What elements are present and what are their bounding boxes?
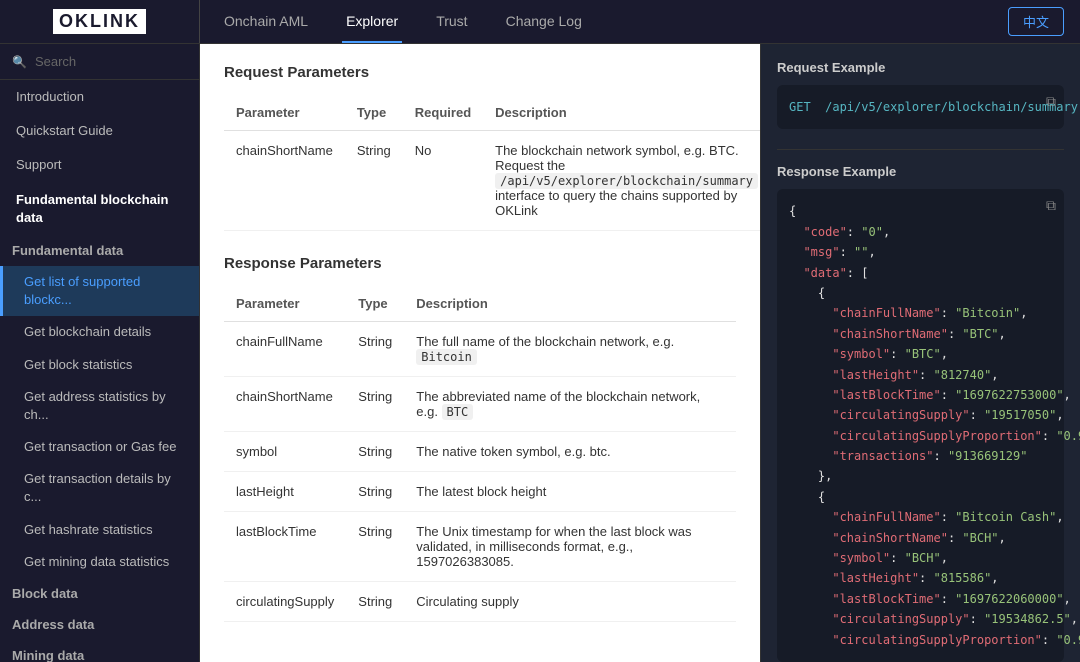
copy-request-button[interactable]: ⧉ (1046, 93, 1056, 110)
param-required: No (403, 131, 483, 231)
table-row: symbol String The native token symbol, e… (224, 432, 736, 472)
res-param-name: circulatingSupply (224, 582, 346, 622)
nav-explorer[interactable]: Explorer (342, 0, 402, 43)
sidebar-group-mining-data[interactable]: Mining data (0, 640, 199, 662)
search-icon: 🔍 (12, 55, 27, 69)
main-content: Request Parameters Parameter Type Requir… (200, 44, 760, 662)
res-param-type: String (346, 512, 404, 582)
response-params-table: Parameter Type Description chainFullName… (224, 286, 736, 622)
sidebar-group-block-data[interactable]: Block data (0, 578, 199, 609)
res-param-name: symbol (224, 432, 346, 472)
res-param-name: chainShortName (224, 377, 346, 432)
sidebar-item-support[interactable]: Support (0, 148, 199, 182)
sidebar-item-get-hashrate[interactable]: Get hashrate statistics (0, 514, 199, 546)
request-example-line: GET /api/v5/explorer/blockchain/summary (789, 100, 1078, 114)
request-params-title: Request Parameters (224, 64, 736, 81)
sidebar-item-get-transaction-details[interactable]: Get transaction details by c... (0, 463, 199, 513)
sidebar-item-get-transaction-gas[interactable]: Get transaction or Gas fee (0, 431, 199, 463)
response-example-block: ⧉ { "code": "0", "msg": "", "data": [ { … (777, 189, 1064, 662)
res-param-name: chainFullName (224, 322, 346, 377)
sidebar-group-address-data[interactable]: Address data (0, 609, 199, 640)
response-params-title: Response Parameters (224, 255, 736, 272)
param-type: String (345, 131, 403, 231)
res-param-type: String (346, 582, 404, 622)
param-name: chainShortName (224, 131, 345, 231)
res-param-description: The full name of the blockchain network,… (404, 322, 736, 377)
top-navigation: OKLINK Onchain AML Explorer Trust Change… (0, 0, 1080, 44)
table-row: lastHeight String The latest block heigh… (224, 472, 736, 512)
response-example-label: Response Example (777, 164, 1064, 179)
divider (777, 149, 1064, 150)
sidebar-item-get-address-statistics[interactable]: Get address statistics by ch... (0, 381, 199, 431)
col-type: Type (345, 95, 403, 131)
copy-response-button[interactable]: ⧉ (1046, 197, 1056, 214)
nav-changelog[interactable]: Change Log (502, 0, 586, 43)
table-row: lastBlockTime String The Unix timestamp … (224, 512, 736, 582)
table-row: circulatingSupply String Circulating sup… (224, 582, 736, 622)
language-button[interactable]: 中文 (1008, 7, 1064, 36)
col-parameter: Parameter (224, 95, 345, 131)
res-col-description: Description (404, 286, 736, 322)
res-param-type: String (346, 432, 404, 472)
search-input[interactable] (35, 54, 187, 69)
search-bar: 🔍 (0, 44, 199, 80)
request-example-label: Request Example (777, 60, 1064, 75)
res-param-description: The native token symbol, e.g. btc. (404, 432, 736, 472)
sidebar: 🔍 Introduction Quickstart Guide Support … (0, 44, 200, 662)
table-row: chainShortName String No The blockchain … (224, 131, 760, 231)
param-description: The blockchain network symbol, e.g. BTC.… (483, 131, 760, 231)
res-col-parameter: Parameter (224, 286, 346, 322)
sidebar-item-quickstart[interactable]: Quickstart Guide (0, 114, 199, 148)
sidebar-item-get-blockchain-details[interactable]: Get blockchain details (0, 316, 199, 348)
res-col-type: Type (346, 286, 404, 322)
res-param-description: The latest block height (404, 472, 736, 512)
res-param-type: String (346, 472, 404, 512)
table-row: chainShortName String The abbreviated na… (224, 377, 736, 432)
sidebar-item-get-list-supported[interactable]: Get list of supported blockc... (0, 266, 199, 316)
res-param-description: The abbreviated name of the blockchain n… (404, 377, 736, 432)
sidebar-group-fundamental-data[interactable]: Fundamental data (0, 235, 199, 266)
res-param-description: The Unix timestamp for when the last blo… (404, 512, 736, 582)
logo-area: OKLINK (0, 0, 200, 43)
nav-onchain-aml[interactable]: Onchain AML (220, 0, 312, 43)
sidebar-item-introduction[interactable]: Introduction (0, 80, 199, 114)
nav-trust[interactable]: Trust (432, 0, 471, 43)
sidebar-item-get-mining[interactable]: Get mining data statistics (0, 546, 199, 578)
request-example-block: GET /api/v5/explorer/blockchain/summary … (777, 85, 1064, 129)
sidebar-item-fundamental-blockchain[interactable]: Fundamental blockchain data (0, 183, 199, 235)
nav-links: Onchain AML Explorer Trust Change Log (200, 0, 1008, 43)
res-param-type: String (346, 377, 404, 432)
request-params-table: Parameter Type Required Description chai… (224, 95, 760, 231)
body-layout: 🔍 Introduction Quickstart Guide Support … (0, 44, 1080, 662)
res-param-type: String (346, 322, 404, 377)
right-panel: Request Example GET /api/v5/explorer/blo… (760, 44, 1080, 662)
table-row: chainFullName String The full name of th… (224, 322, 736, 377)
res-param-description: Circulating supply (404, 582, 736, 622)
res-param-name: lastHeight (224, 472, 346, 512)
col-required: Required (403, 95, 483, 131)
sidebar-item-get-block-statistics[interactable]: Get block statistics (0, 349, 199, 381)
res-param-name: lastBlockTime (224, 512, 346, 582)
logo: OKLINK (53, 9, 146, 34)
col-description: Description (483, 95, 760, 131)
